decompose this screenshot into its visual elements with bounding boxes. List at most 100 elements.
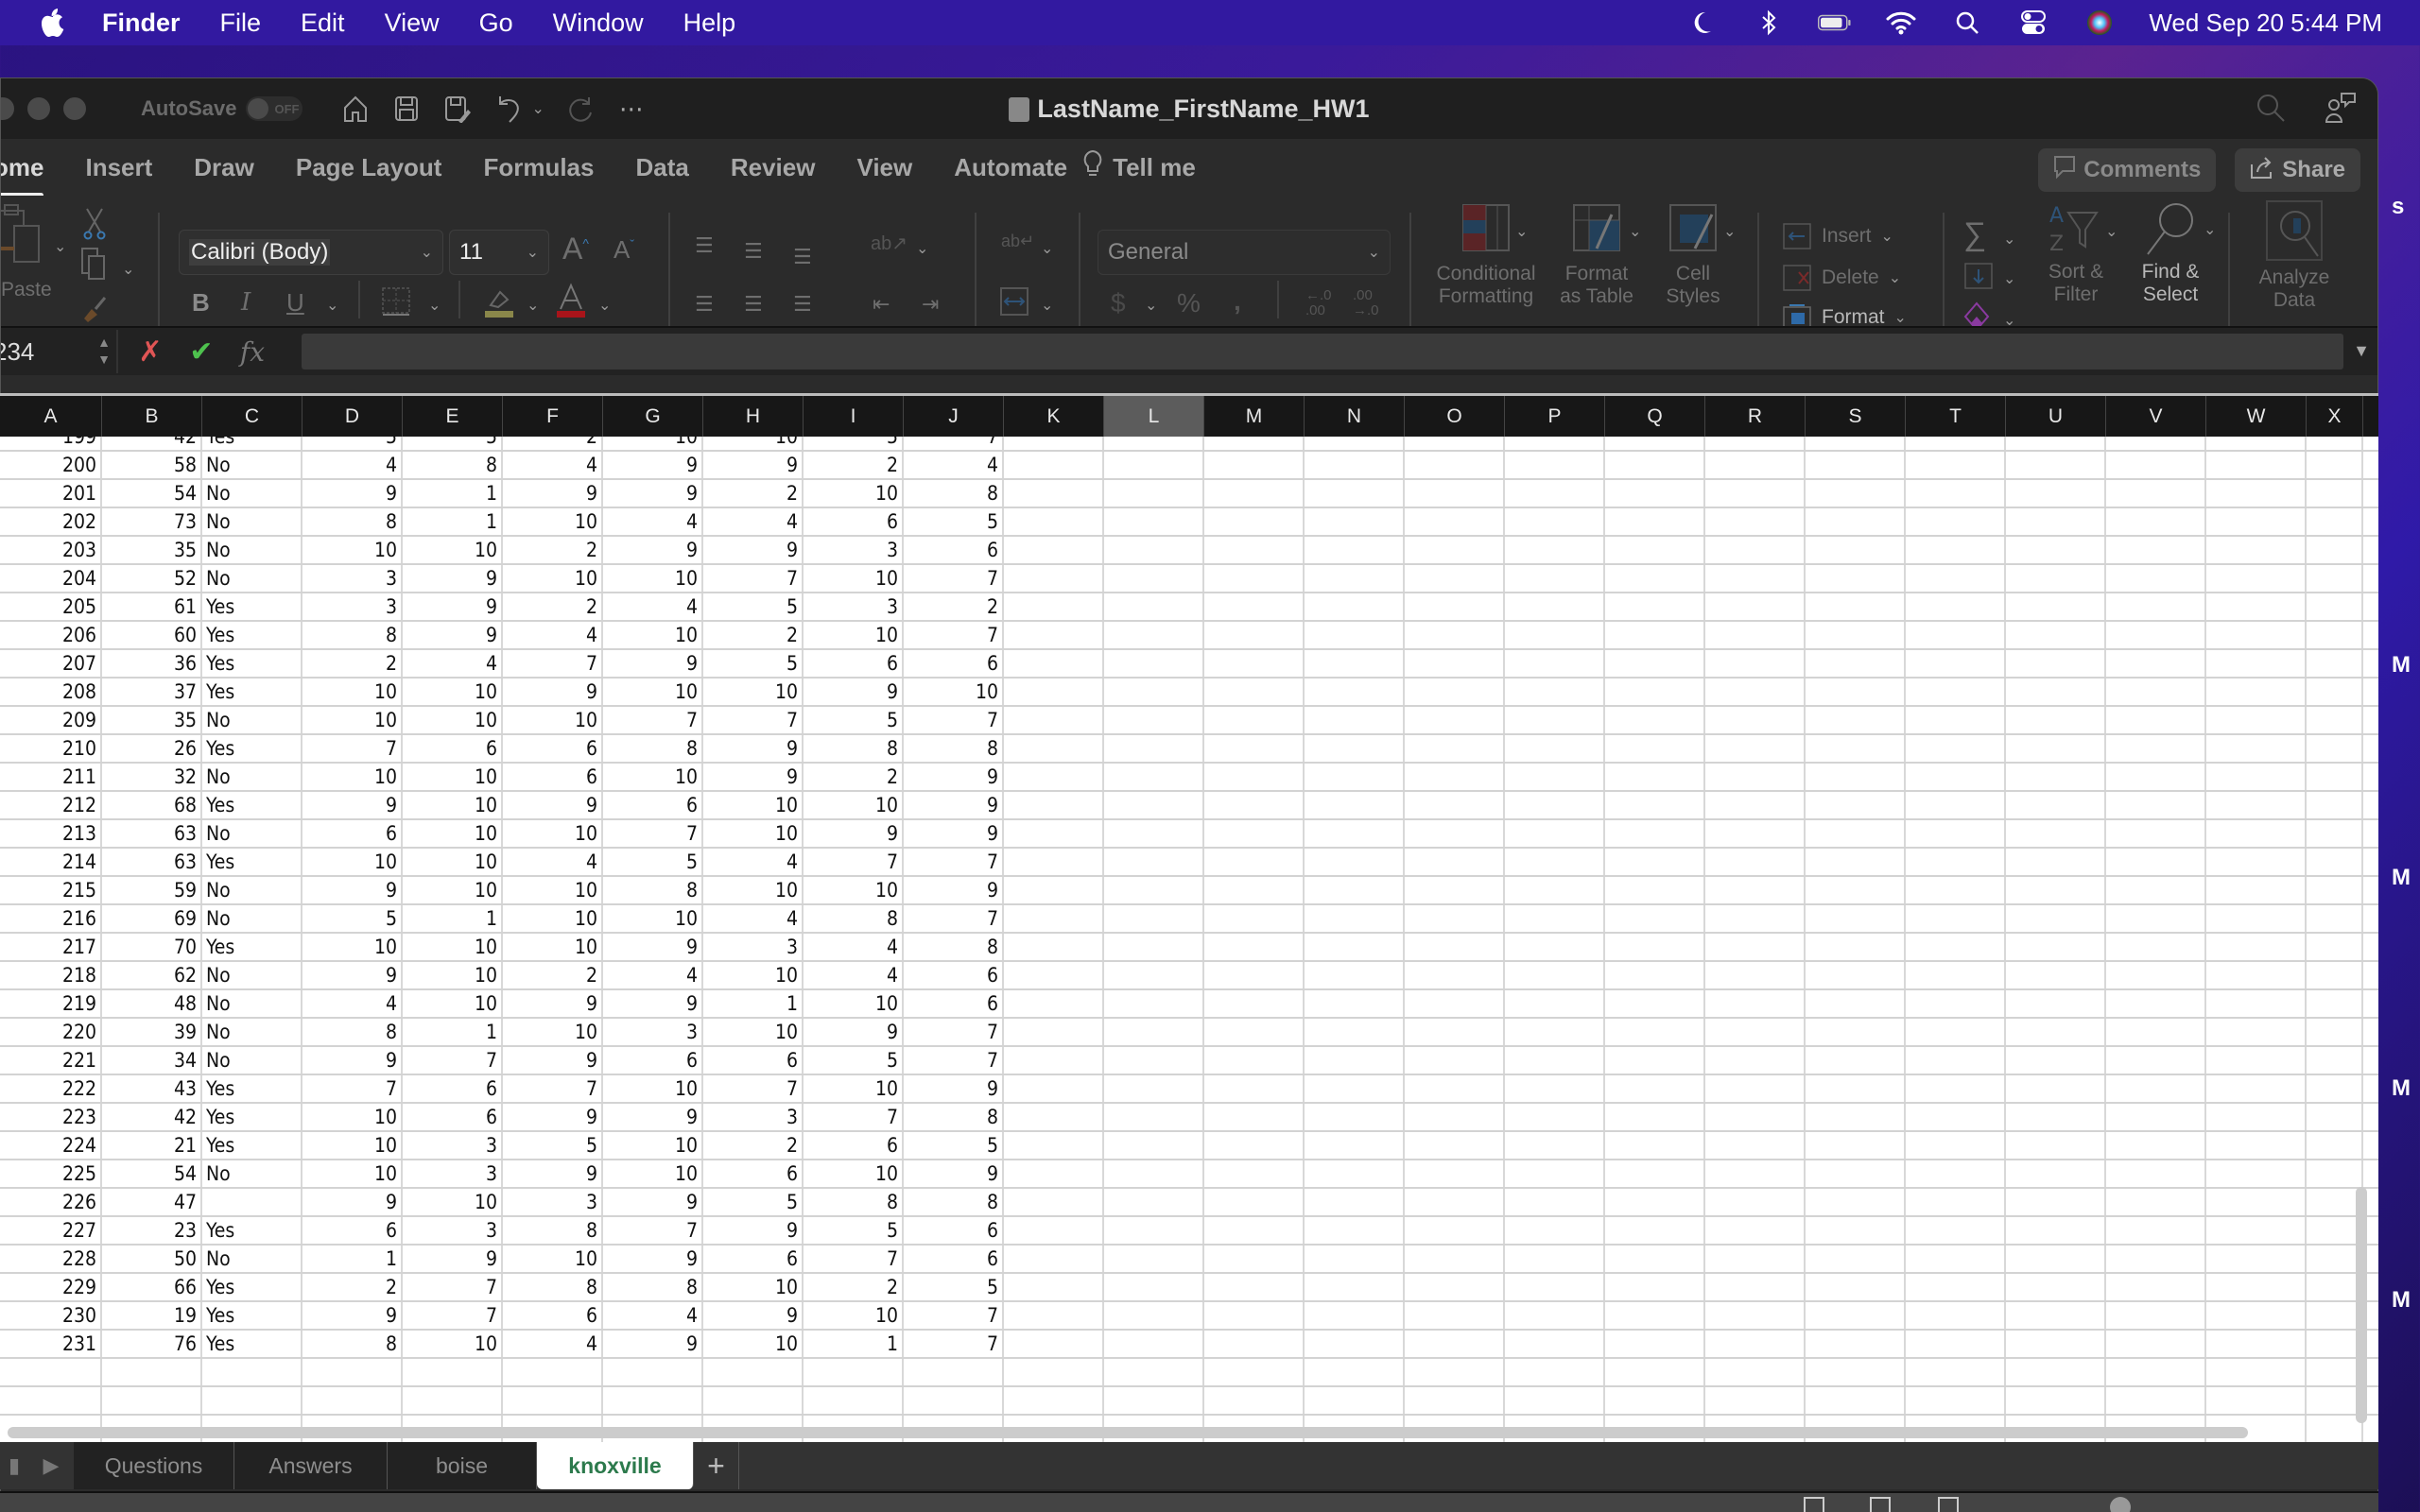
cell-c[interactable]	[202, 1387, 302, 1414]
cell-h[interactable]: 3	[703, 1104, 804, 1130]
cell-j[interactable]: 8	[904, 735, 1004, 762]
cell-q[interactable]	[1605, 437, 1705, 450]
cell-c[interactable]: Yes	[202, 622, 302, 648]
cell-h[interactable]: 10	[703, 1274, 804, 1300]
focus-moon-icon[interactable]	[1685, 9, 1720, 37]
cell-w[interactable]	[2206, 1075, 2307, 1102]
cell-r[interactable]	[1705, 820, 1806, 847]
cell-h[interactable]	[703, 1387, 804, 1414]
cell-f[interactable]: 10	[503, 934, 603, 960]
cell-t[interactable]	[1906, 1274, 2006, 1300]
cell-e[interactable]: 9	[403, 622, 503, 648]
cell-o[interactable]	[1405, 764, 1505, 790]
cell-m[interactable]	[1204, 1047, 1305, 1074]
cell-b[interactable]: 50	[102, 1246, 202, 1272]
cell-w[interactable]	[2206, 990, 2307, 1017]
cell-b[interactable]: 37	[102, 679, 202, 705]
cell-k[interactable]	[1004, 508, 1104, 535]
cell-o[interactable]	[1405, 1359, 1505, 1385]
number-format-dropdown[interactable]: General ⌄	[1098, 230, 1391, 275]
cell-m[interactable]	[1204, 707, 1305, 733]
cell-x[interactable]	[2307, 1104, 2363, 1130]
cell-c[interactable]: Yes	[202, 1217, 302, 1244]
cell-b[interactable]: 26	[102, 735, 202, 762]
cell-v[interactable]	[2106, 537, 2206, 563]
column-header-k[interactable]: K	[1004, 396, 1104, 437]
cell-g[interactable]: 8	[603, 1274, 703, 1300]
cell-u[interactable]	[2006, 1359, 2106, 1385]
increase-indent-icon[interactable]: ⇥	[922, 292, 939, 317]
cell-c[interactable]: No	[202, 990, 302, 1017]
cell-a[interactable]: 226	[0, 1189, 102, 1215]
cell-j[interactable]: 6	[904, 1246, 1004, 1272]
cell-k[interactable]	[1004, 849, 1104, 875]
cell-d[interactable]: 2	[302, 650, 403, 677]
cell-h[interactable]: 4	[703, 849, 804, 875]
cell-x[interactable]	[2307, 990, 2363, 1017]
cell-u[interactable]	[2006, 877, 2106, 903]
cell-q[interactable]	[1605, 990, 1705, 1017]
cell-x[interactable]	[2307, 565, 2363, 592]
cell-e[interactable]: 6	[403, 735, 503, 762]
column-header-o[interactable]: O	[1405, 396, 1505, 437]
cell-n[interactable]	[1305, 1359, 1405, 1385]
cell-a[interactable]: 203	[0, 537, 102, 563]
cell-m[interactable]	[1204, 1274, 1305, 1300]
cell-x[interactable]	[2307, 1132, 2363, 1159]
cell-s[interactable]	[1806, 849, 1906, 875]
cell-d[interactable]: 3	[302, 593, 403, 620]
cell-k[interactable]	[1004, 622, 1104, 648]
cell-j[interactable]	[904, 1387, 1004, 1414]
merge-center-icon[interactable]	[999, 286, 1029, 321]
cell-n[interactable]	[1305, 764, 1405, 790]
cell-c[interactable]: Yes	[202, 437, 302, 450]
cell-p[interactable]	[1505, 792, 1605, 818]
paste-dropdown-chevron-icon[interactable]: ⌄	[54, 237, 66, 256]
cell-b[interactable]: 68	[102, 792, 202, 818]
conditional-formatting-button[interactable]: ⌄ Conditional Formatting	[1434, 201, 1538, 308]
cell-q[interactable]	[1605, 1331, 1705, 1357]
cell-i[interactable]: 5	[804, 1217, 904, 1244]
cell-a[interactable]: 223	[0, 1104, 102, 1130]
cell-d[interactable]: 10	[302, 1160, 403, 1187]
cell-g[interactable]: 3	[603, 1019, 703, 1045]
cell-q[interactable]	[1605, 820, 1705, 847]
cell-b[interactable]: 59	[102, 877, 202, 903]
spreadsheet-grid[interactable]: ABCDEFGHIJKLMNOPQRSTUVWX 199 42 Yes 5 5 2 10 10…	[0, 393, 2378, 1442]
cell-b[interactable]: 73	[102, 508, 202, 535]
cell-a[interactable]: 221	[0, 1047, 102, 1074]
cell-f[interactable]: 10	[503, 877, 603, 903]
cell-m[interactable]	[1204, 934, 1305, 960]
cell-v[interactable]	[2106, 990, 2206, 1017]
cell-l[interactable]	[1104, 1104, 1204, 1130]
cell-i[interactable]: 8	[804, 905, 904, 932]
menu-edit[interactable]: Edit	[301, 9, 345, 38]
cell-k[interactable]	[1004, 1274, 1104, 1300]
cell-n[interactable]	[1305, 679, 1405, 705]
cell-v[interactable]	[2106, 934, 2206, 960]
cell-m[interactable]	[1204, 1217, 1305, 1244]
cell-m[interactable]	[1204, 452, 1305, 478]
cell-m[interactable]	[1204, 1189, 1305, 1215]
cell-l[interactable]	[1104, 1019, 1204, 1045]
cell-e[interactable]: 10	[403, 1189, 503, 1215]
cell-v[interactable]	[2106, 1387, 2206, 1414]
cell-l[interactable]	[1104, 962, 1204, 988]
cell-d[interactable]: 5	[302, 437, 403, 450]
cell-s[interactable]	[1806, 480, 1906, 507]
cell-o[interactable]	[1405, 1217, 1505, 1244]
cell-t[interactable]	[1906, 877, 2006, 903]
column-header-m[interactable]: M	[1204, 396, 1305, 437]
cell-k[interactable]	[1004, 1217, 1104, 1244]
cell-t[interactable]	[1906, 650, 2006, 677]
cell-v[interactable]	[2106, 679, 2206, 705]
cell-p[interactable]	[1505, 962, 1605, 988]
cell-c[interactable]: No	[202, 707, 302, 733]
cell-q[interactable]	[1605, 1104, 1705, 1130]
cell-g[interactable]: 8	[603, 877, 703, 903]
cell-u[interactable]	[2006, 934, 2106, 960]
cell-t[interactable]	[1906, 849, 2006, 875]
cell-b[interactable]: 42	[102, 1104, 202, 1130]
cell-c[interactable]: Yes	[202, 1075, 302, 1102]
cell-r[interactable]	[1705, 622, 1806, 648]
